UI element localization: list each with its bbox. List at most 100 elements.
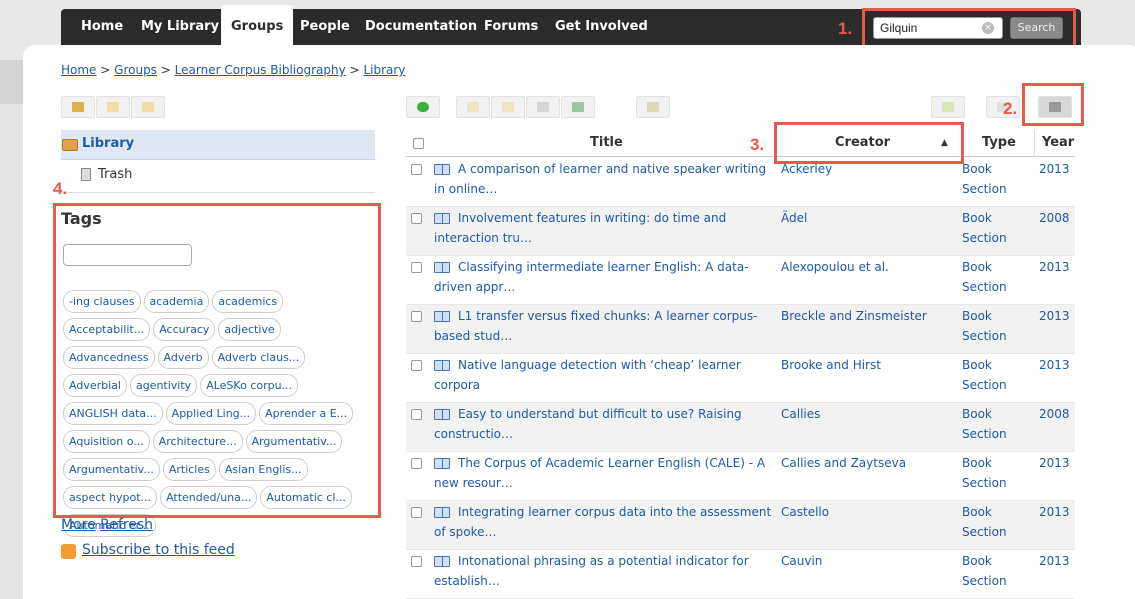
item-year[interactable]: 2013 xyxy=(1039,306,1070,326)
cite-button[interactable] xyxy=(636,96,670,118)
nav-get-involved[interactable]: Get Involved xyxy=(545,9,658,45)
item-creator[interactable]: Castello xyxy=(781,502,829,522)
column-header-type[interactable]: Type xyxy=(982,135,1016,150)
folder-delete-icon xyxy=(142,102,154,112)
new-item-button[interactable] xyxy=(406,96,440,118)
rss-icon xyxy=(61,544,76,559)
item-year[interactable]: 2013 xyxy=(1039,355,1070,375)
item-title[interactable]: L1 transfer versus fixed chunks: A learn… xyxy=(434,306,776,346)
row-checkbox[interactable] xyxy=(411,458,422,469)
remove-from-collection-button[interactable] xyxy=(491,96,525,118)
item-type[interactable]: Book Section xyxy=(962,502,1022,542)
item-type[interactable]: Book Section xyxy=(962,257,1022,297)
table-row[interactable]: Integrating learner corpus data into the… xyxy=(406,501,1075,550)
table-row[interactable]: L1 transfer versus fixed chunks: A learn… xyxy=(406,305,1075,354)
item-title[interactable]: Intonational phrasing as a potential ind… xyxy=(434,551,776,591)
item-title[interactable]: Easy to understand but difficult to use?… xyxy=(434,404,776,444)
export-button[interactable] xyxy=(931,96,965,118)
select-all-checkbox[interactable] xyxy=(413,138,424,149)
subscribe-label: Subscribe to this feed xyxy=(82,542,235,558)
item-year[interactable]: 2013 xyxy=(1039,551,1070,571)
item-creator[interactable]: Ackerley xyxy=(781,159,832,179)
nav-groups[interactable]: Groups xyxy=(221,5,294,45)
breadcrumb-group[interactable]: Learner Corpus Bibliography xyxy=(175,63,346,77)
item-year[interactable]: 2013 xyxy=(1039,257,1070,277)
restore-item-button[interactable] xyxy=(561,96,595,118)
breadcrumb-separator: > xyxy=(100,63,111,77)
row-checkbox[interactable] xyxy=(411,507,422,518)
breadcrumb-library[interactable]: Library xyxy=(363,63,405,77)
table-row[interactable]: A comparison of learner and native speak… xyxy=(406,158,1075,207)
row-checkbox[interactable] xyxy=(411,262,422,273)
item-year[interactable]: 2008 xyxy=(1039,404,1070,424)
item-creator[interactable]: Breckle and Zinsmeister xyxy=(781,306,927,326)
item-creator[interactable]: Alexopoulou et al. xyxy=(781,257,889,277)
nav-home[interactable]: Home xyxy=(71,9,133,45)
table-row[interactable]: Involvement features in writing: do time… xyxy=(406,207,1075,256)
item-type[interactable]: Book Section xyxy=(962,355,1022,395)
trash-icon xyxy=(537,102,549,112)
table-row[interactable]: Easy to understand but difficult to use?… xyxy=(406,403,1075,452)
breadcrumb: Home > Groups > Learner Corpus Bibliogra… xyxy=(61,63,405,77)
table-row[interactable]: Classifying intermediate learner English… xyxy=(406,256,1075,305)
delete-collection-button[interactable] xyxy=(131,96,165,118)
more-tags-link[interactable]: More xyxy=(61,517,96,533)
item-title[interactable]: Native language detection with ‘cheap’ l… xyxy=(434,355,776,395)
sidebar-item-library[interactable]: Library xyxy=(61,130,375,160)
column-header-title[interactable]: Title xyxy=(590,135,623,150)
new-collection-button[interactable] xyxy=(61,96,95,118)
export-icon xyxy=(942,102,954,112)
item-type[interactable]: Book Section xyxy=(962,306,1022,346)
item-creator[interactable]: Ädel xyxy=(781,208,807,228)
item-type[interactable]: Book Section xyxy=(962,551,1022,591)
item-year[interactable]: 2013 xyxy=(1039,159,1070,179)
sidebar-item-label: Trash xyxy=(98,167,133,182)
delete-item-button[interactable] xyxy=(526,96,560,118)
remove-from-folder-icon xyxy=(502,102,514,112)
item-creator[interactable]: Brooke and Hirst xyxy=(781,355,881,375)
item-year[interactable]: 2008 xyxy=(1039,208,1070,228)
row-checkbox[interactable] xyxy=(411,164,422,175)
nav-people[interactable]: People xyxy=(290,9,360,45)
item-type[interactable]: Book Section xyxy=(962,208,1022,248)
breadcrumb-separator: > xyxy=(349,63,360,77)
row-checkbox[interactable] xyxy=(411,311,422,322)
nav-forums[interactable]: Forums xyxy=(474,9,548,45)
row-checkbox[interactable] xyxy=(411,409,422,420)
add-to-collection-button[interactable] xyxy=(456,96,490,118)
table-row[interactable]: Native language detection with ‘cheap’ l… xyxy=(406,354,1075,403)
item-creator[interactable]: Callies and Zaytseva xyxy=(781,453,906,473)
item-title[interactable]: Involvement features in writing: do time… xyxy=(434,208,776,248)
edit-collection-button[interactable] xyxy=(96,96,130,118)
item-type[interactable]: Book Section xyxy=(962,159,1022,199)
sidebar-item-label: Library xyxy=(82,136,135,151)
table-row[interactable]: Intonational phrasing as a potential ind… xyxy=(406,550,1075,599)
breadcrumb-home[interactable]: Home xyxy=(61,63,96,77)
callout-box-4 xyxy=(53,203,381,518)
table-row[interactable]: The Corpus of Academic Learner English (… xyxy=(406,452,1075,501)
item-creator[interactable]: Callies xyxy=(781,404,820,424)
refresh-tags-link[interactable]: Refresh xyxy=(100,517,153,533)
callout-box-2 xyxy=(1022,83,1084,126)
item-title[interactable]: The Corpus of Academic Learner English (… xyxy=(434,453,776,493)
item-type[interactable]: Book Section xyxy=(962,404,1022,444)
library-icon xyxy=(62,139,78,151)
column-header-year[interactable]: Year xyxy=(1042,135,1074,150)
item-year[interactable]: 2013 xyxy=(1039,453,1070,473)
item-title[interactable]: Classifying intermediate learner English… xyxy=(434,257,776,297)
undo-icon xyxy=(572,102,584,112)
breadcrumb-separator: > xyxy=(160,63,171,77)
row-checkbox[interactable] xyxy=(411,556,422,567)
item-creator[interactable]: Cauvin xyxy=(781,551,822,571)
row-checkbox[interactable] xyxy=(411,213,422,224)
nav-my-library[interactable]: My Library xyxy=(131,9,229,45)
callout-number-3: 3. xyxy=(750,135,765,154)
breadcrumb-groups[interactable]: Groups xyxy=(114,63,157,77)
row-checkbox[interactable] xyxy=(411,360,422,371)
item-type[interactable]: Book Section xyxy=(962,453,1022,493)
item-year[interactable]: 2013 xyxy=(1039,502,1070,522)
item-title[interactable]: A comparison of learner and native speak… xyxy=(434,159,776,199)
item-title[interactable]: Integrating learner corpus data into the… xyxy=(434,502,776,542)
column-divider xyxy=(1034,130,1035,157)
nav-documentation[interactable]: Documentation xyxy=(355,9,487,45)
